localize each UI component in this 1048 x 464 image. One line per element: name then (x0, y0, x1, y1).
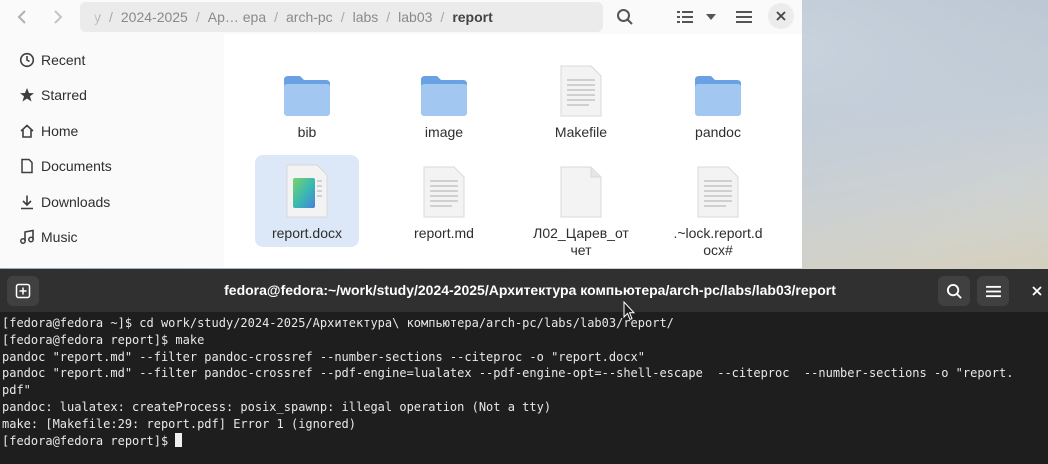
terminal-line: make: [Makefile:29: report.pdf] Error 1 … (2, 416, 357, 431)
path-segment[interactable]: lab03 (390, 9, 440, 25)
sidebar-item-home[interactable]: Home (0, 114, 224, 148)
file-item-image[interactable]: image (392, 54, 496, 141)
star-icon (18, 86, 36, 104)
list-view-icon (677, 11, 693, 23)
file-item-bib[interactable]: bib (255, 54, 359, 141)
path-segment[interactable]: labs (345, 9, 387, 25)
terminal-line: pandoc "report.md" --filter pandoc-cross… (2, 366, 1014, 381)
chevron-left-icon (17, 10, 26, 24)
close-window-button[interactable] (768, 3, 794, 29)
terminal-cursor (175, 432, 183, 447)
hamburger-menu-icon (736, 11, 752, 23)
file-item-report-docx[interactable]: report.docx (255, 155, 359, 247)
path-bar[interactable]: y / 2024-2025 / Ар… ера / arch-pc / labs… (80, 2, 603, 32)
sidebar-item-documents[interactable]: Documents (0, 149, 224, 183)
sidebar-item-music[interactable]: Music (0, 220, 224, 254)
new-tab-icon (15, 283, 31, 299)
file-name: bib (297, 124, 317, 140)
file-item-makefile[interactable]: Makefile (529, 54, 633, 141)
terminal-line: pandoc: lualatex: createProcess: posix_s… (2, 399, 552, 414)
search-icon (946, 283, 962, 299)
blank-file-icon (529, 155, 633, 219)
terminal-line: pandoc "report.md" --filter pandoc-cross… (2, 349, 645, 364)
sidebar-item-recent[interactable]: Recent (0, 43, 224, 77)
terminal-title: fedora@fedora:~/work/study/2024-2025/Арх… (224, 282, 836, 298)
download-icon (18, 193, 36, 211)
file-manager-header: y / 2024-2025 / Ар… ера / arch-pc / labs… (0, 0, 802, 34)
text-file-icon (666, 155, 770, 219)
terminal-prompt-line[interactable]: [fedora@fedora report]$ (2, 432, 1048, 450)
text-file-icon (392, 155, 496, 219)
hamburger-menu-icon (985, 285, 1001, 297)
file-name: pandoc (695, 124, 741, 140)
file-item-lock-file[interactable]: .~lock.report.d ocx# (666, 155, 770, 259)
docx-file-icon (255, 155, 359, 219)
file-item-l02-report[interactable]: Л02_Царев_от чет (529, 155, 633, 259)
path-current-folder[interactable]: report (444, 9, 500, 25)
folder-icon (255, 54, 359, 118)
sidebar-item-label: Starred (41, 87, 87, 103)
terminal-prompt: [fedora@fedora report]$ (2, 433, 176, 448)
search-icon (617, 9, 633, 25)
sidebar-item-downloads[interactable]: Downloads (0, 185, 224, 219)
sidebar-item-starred[interactable]: Starred (0, 78, 224, 112)
terminal-output[interactable]: [fedora@fedora ~]$ cd work/study/2024-20… (2, 315, 1048, 464)
terminal-close-button[interactable] (1026, 280, 1048, 302)
text-file-icon (529, 54, 633, 118)
sidebar-item-label: Recent (41, 52, 86, 68)
music-icon (18, 228, 36, 246)
terminal-line: [fedora@fedora report]$ make (2, 332, 205, 347)
view-options-button[interactable] (698, 5, 724, 29)
back-button[interactable] (8, 3, 36, 31)
file-name: report.docx (271, 225, 343, 241)
path-segment[interactable]: arch-pc (278, 9, 341, 25)
file-grid: bib image Makefile pandoc report.docx re… (225, 34, 802, 268)
chevron-down-icon (706, 14, 716, 20)
sidebar-item-label: Documents (41, 158, 112, 174)
terminal-line: [fedora@fedora ~]$ cd work/study/2024-20… (2, 316, 674, 330)
view-list-button[interactable] (672, 5, 698, 29)
document-icon (18, 157, 36, 175)
terminal-search-button[interactable] (938, 276, 970, 306)
terminal-header: fedora@fedora:~/work/study/2024-2025/Арх… (0, 269, 1048, 312)
home-icon (18, 122, 36, 140)
path-segment[interactable]: 2024-2025 (113, 9, 196, 25)
clock-icon (18, 51, 36, 69)
file-name: Makefile (554, 124, 608, 140)
path-segment[interactable]: Ар… ера (200, 9, 274, 25)
terminal-line: pdf" (2, 383, 31, 398)
search-button[interactable] (612, 5, 638, 29)
sidebar-item-label: Downloads (41, 194, 111, 210)
main-menu-button[interactable] (731, 5, 757, 29)
sidebar: Recent Starred Home Documents Downloads (0, 34, 224, 268)
file-name: Л02_Царев_от чет (533, 225, 629, 258)
file-name: report.md (414, 225, 474, 241)
chevron-right-icon (54, 10, 63, 24)
file-manager-window: y / 2024-2025 / Ар… ера / arch-pc / labs… (0, 0, 802, 268)
file-name: image (424, 124, 464, 140)
terminal-menu-button[interactable] (977, 276, 1009, 306)
folder-icon (666, 54, 770, 118)
file-item-pandoc[interactable]: pandoc (666, 54, 770, 141)
terminal-window[interactable]: fedora@fedora:~/work/study/2024-2025/Арх… (0, 269, 1048, 464)
folder-icon (392, 54, 496, 118)
close-icon (776, 11, 786, 21)
file-name: .~lock.report.d ocx# (673, 225, 763, 258)
close-icon (1032, 286, 1042, 296)
sidebar-item-label: Music (41, 229, 78, 245)
file-item-report-md[interactable]: report.md (392, 155, 496, 242)
path-fade (80, 2, 108, 32)
sidebar-item-label: Home (41, 123, 79, 139)
forward-button[interactable] (44, 3, 72, 31)
new-tab-button[interactable] (7, 276, 39, 306)
mouse-pointer-icon (623, 301, 635, 321)
